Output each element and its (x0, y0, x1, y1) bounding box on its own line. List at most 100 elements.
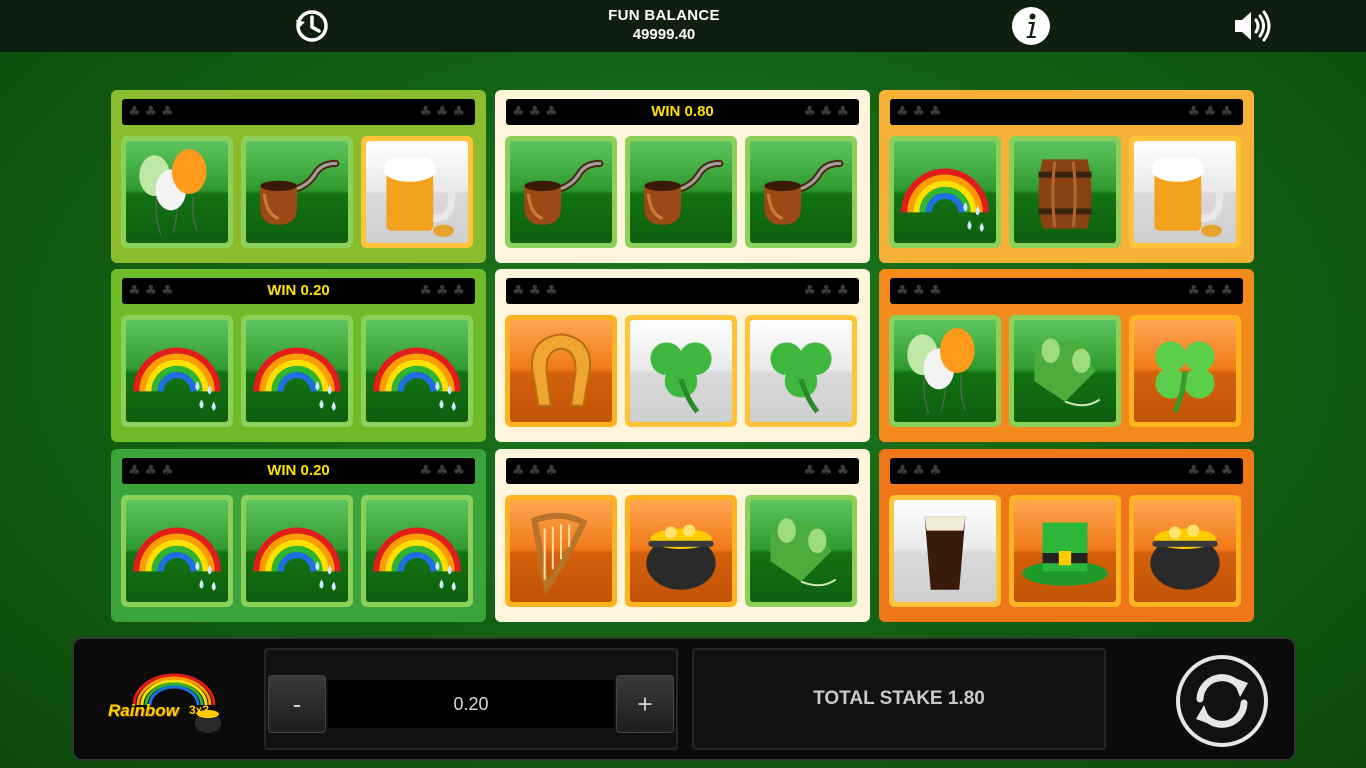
balloons-icon (126, 141, 228, 243)
reel-cell (505, 136, 617, 248)
shamrock-icon (750, 320, 852, 422)
slot-panel: ♣♣♣ ♣♣♣ (495, 449, 870, 622)
leprechaun-hat-icon (1014, 500, 1116, 602)
balance-label: FUN BALANCE (608, 7, 720, 24)
rainbow-icon (894, 141, 996, 243)
clover-decoration-icon: ♣♣♣ (803, 463, 853, 479)
control-bar: Rainbow 3x3 - 0.20 + TOTAL STAKE 1.80 (72, 637, 1296, 761)
total-stake-label: TOTAL STAKE 1.80 (813, 688, 985, 709)
clover-decoration-icon: ♣♣♣ (896, 283, 946, 299)
panel-header: ♣♣♣ WIN 0.20 ♣♣♣ (122, 458, 475, 484)
reel-cell (1009, 136, 1121, 248)
hops-icon (1014, 320, 1116, 422)
rainbow-icon (126, 320, 228, 422)
clover-decoration-icon: ♣♣♣ (419, 104, 469, 120)
pot-of-gold-icon (1134, 500, 1236, 602)
beer-mug-icon (1134, 141, 1236, 243)
panel-header: ♣♣♣ WIN 0.80 ♣♣♣ (506, 99, 859, 125)
reel-cell (889, 136, 1001, 248)
pipe-icon (630, 141, 732, 243)
spin-icon (1176, 655, 1268, 747)
reel-cell (361, 495, 473, 607)
total-stake-box: TOTAL STAKE 1.80 (692, 648, 1106, 750)
stout-glass-icon (894, 500, 996, 602)
slot-panel: ♣♣♣ ♣♣♣ (111, 90, 486, 263)
reel-cell (241, 495, 353, 607)
slot-panel: ♣♣♣ ♣♣♣ (495, 269, 870, 442)
reel-cell (625, 136, 737, 248)
stake-selector: - 0.20 + (264, 648, 678, 750)
slot-panel: ♣♣♣ WIN 0.20 ♣♣♣ (111, 269, 486, 442)
reel-cell (745, 495, 857, 607)
panel-header: ♣♣♣ ♣♣♣ (890, 458, 1243, 484)
reel-cell (625, 315, 737, 427)
reel-cell (121, 495, 233, 607)
game-logo: Rainbow 3x3 (104, 665, 224, 735)
clover-decoration-icon: ♣♣♣ (896, 463, 946, 479)
clover-decoration-icon: ♣♣♣ (512, 283, 562, 299)
rainbow-icon (126, 500, 228, 602)
clover-decoration-icon: ♣♣♣ (896, 104, 946, 120)
reel-cell (1129, 495, 1241, 607)
reel-cell (1009, 315, 1121, 427)
reel-cell (121, 315, 233, 427)
reel-cell (241, 315, 353, 427)
balance-value: 49999.40 (632, 26, 696, 43)
slot-panel: ♣♣♣ ♣♣♣ (879, 449, 1254, 622)
reel-cell (625, 495, 737, 607)
slot-panel: ♣♣♣ WIN 0.80 ♣♣♣ (495, 90, 870, 263)
reel-cell (1129, 315, 1241, 427)
reel-cell (361, 136, 473, 248)
clover-decoration-icon: ♣♣♣ (512, 463, 562, 479)
clover-decoration-icon: ♣♣♣ (419, 463, 469, 479)
reel-cell (1009, 495, 1121, 607)
reel-cell (889, 495, 1001, 607)
panel-header: ♣♣♣ WIN 0.20 ♣♣♣ (122, 278, 475, 304)
reel-cell (1129, 136, 1241, 248)
slot-panel: ♣♣♣ ♣♣♣ (879, 90, 1254, 263)
pipe-icon (750, 141, 852, 243)
pipe-icon (246, 141, 348, 243)
clover-decoration-icon: ♣♣♣ (419, 283, 469, 299)
logo-text: Rainbow (108, 701, 179, 720)
clover-decoration-icon: ♣♣♣ (128, 104, 178, 120)
history-icon[interactable] (290, 6, 332, 46)
rainbow-icon (246, 320, 348, 422)
spin-button[interactable] (1174, 653, 1270, 749)
rainbow-icon (366, 320, 468, 422)
stake-value: 0.20 (328, 680, 614, 728)
slot-panel: ♣♣♣ WIN 0.20 ♣♣♣ (111, 449, 486, 622)
panel-header: ♣♣♣ ♣♣♣ (890, 278, 1243, 304)
reel-cell (505, 495, 617, 607)
barrel-icon (1014, 141, 1116, 243)
rainbow-icon (366, 500, 468, 602)
top-bar: FUN BALANCE 49999.40 (0, 0, 1366, 52)
increase-stake-button[interactable]: + (616, 675, 674, 733)
speaker-icon[interactable] (1232, 6, 1274, 46)
hops-icon (750, 500, 852, 602)
shamrock-icon (630, 320, 732, 422)
reel-cell (361, 315, 473, 427)
panel-header: ♣♣♣ ♣♣♣ (506, 278, 859, 304)
reel-cell (241, 136, 353, 248)
reel-cell (505, 315, 617, 427)
slot-panel: ♣♣♣ ♣♣♣ (879, 269, 1254, 442)
clover-decoration-icon: ♣♣♣ (1187, 104, 1237, 120)
clover-decoration-icon: ♣♣♣ (1187, 463, 1237, 479)
reel-cell (889, 315, 1001, 427)
rainbow-logo-icon (132, 673, 221, 733)
beer-mug-icon (366, 141, 468, 243)
panel-header: ♣♣♣ ♣♣♣ (506, 458, 859, 484)
fun-balance: FUN BALANCE 49999.40 (564, 7, 764, 43)
info-icon[interactable] (1010, 6, 1052, 46)
reel-cell (745, 315, 857, 427)
pipe-icon (510, 141, 612, 243)
clover-icon (1134, 320, 1236, 422)
logo-suffix: 3x3 (189, 703, 210, 717)
reel-cell (121, 136, 233, 248)
clover-decoration-icon: ♣♣♣ (803, 104, 853, 120)
clover-decoration-icon: ♣♣♣ (803, 283, 853, 299)
panel-header: ♣♣♣ ♣♣♣ (890, 99, 1243, 125)
panel-header: ♣♣♣ ♣♣♣ (122, 99, 475, 125)
decrease-stake-button[interactable]: - (268, 675, 326, 733)
